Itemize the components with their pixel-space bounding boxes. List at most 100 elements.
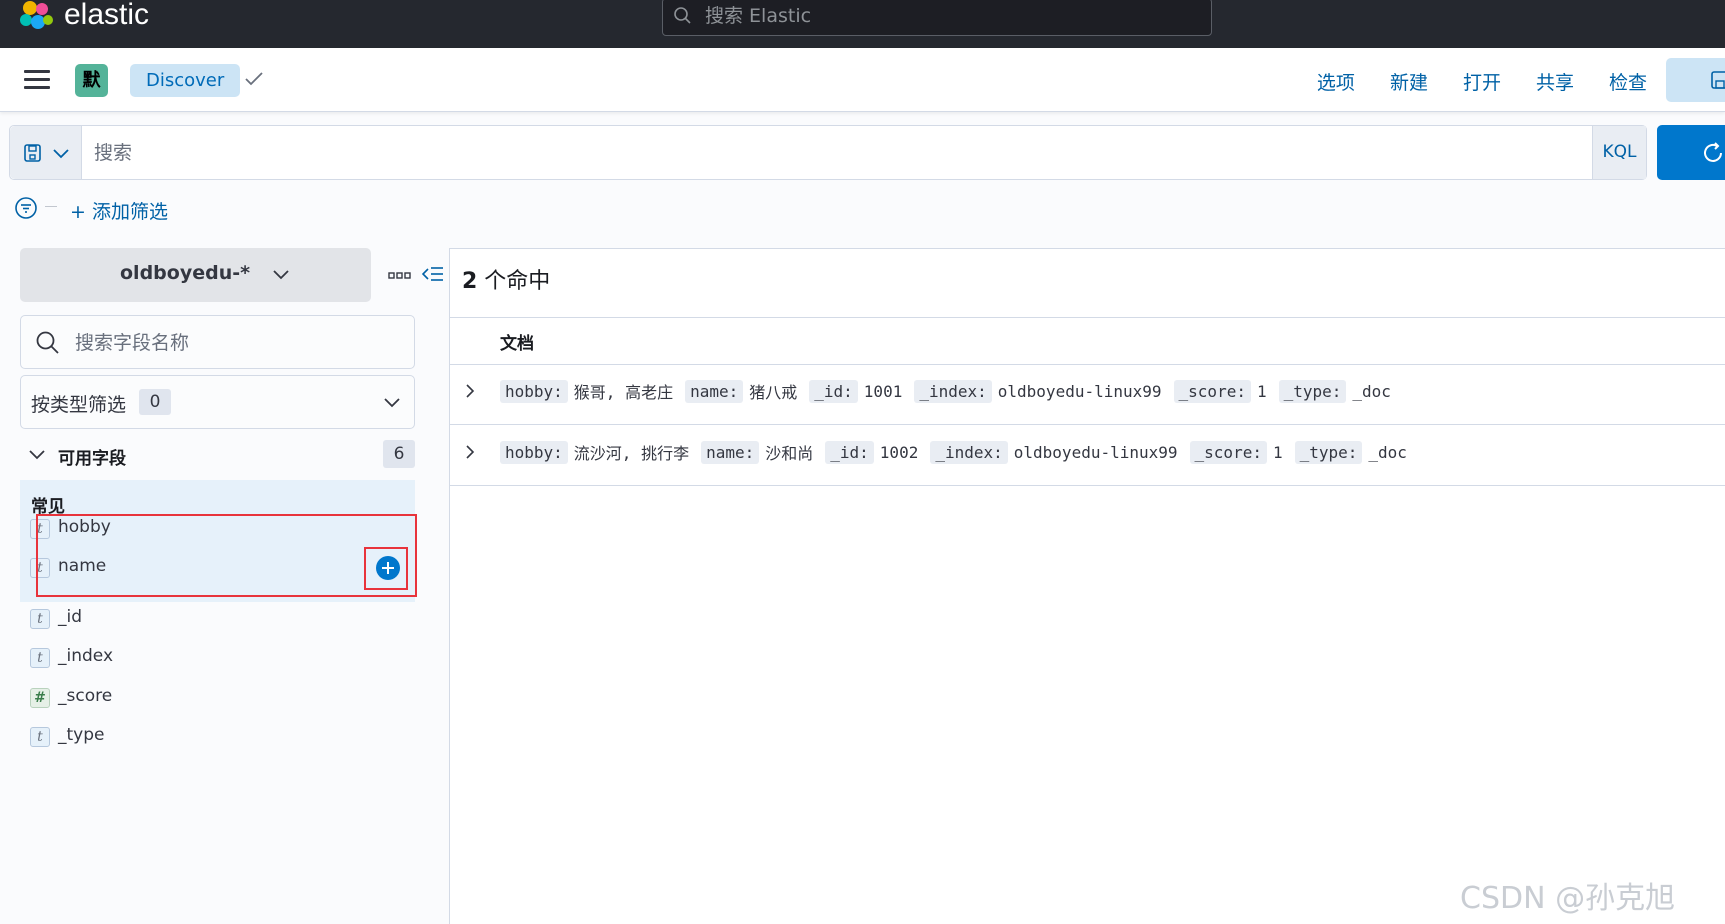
type-filter-label: 按类型筛选 bbox=[31, 394, 127, 416]
save-icon bbox=[1711, 71, 1725, 89]
app-menu: 选项 新建 打开 共享 检查 bbox=[1282, 68, 1647, 95]
field-name: name bbox=[58, 556, 107, 576]
chevron-down-icon bbox=[29, 450, 45, 460]
field-name: _type bbox=[58, 725, 105, 745]
hits-count: 2 bbox=[462, 269, 478, 294]
global-header: elastic bbox=[0, 0, 1725, 48]
hits-count-label: 2 个命中 bbox=[462, 263, 550, 295]
field-item-id[interactable]: t _id bbox=[30, 604, 415, 634]
field-item-index[interactable]: t _index bbox=[30, 643, 415, 673]
field-key: _index: bbox=[914, 379, 992, 403]
kql-toggle-button[interactable]: KQL bbox=[1592, 126, 1646, 179]
app-bar: 默 Discover 选项 新建 打开 共享 检查 bbox=[0, 48, 1725, 112]
available-fields-label: 可用字段 bbox=[58, 449, 126, 469]
check-icon bbox=[245, 72, 263, 86]
index-pattern-label: oldboyedu-* bbox=[120, 262, 251, 284]
search-icon bbox=[674, 7, 691, 24]
field-key: hobby: bbox=[500, 440, 568, 464]
filter-divider bbox=[45, 206, 57, 207]
hits-suffix: 个命中 bbox=[477, 269, 551, 294]
menu-inspect[interactable]: 检查 bbox=[1609, 68, 1647, 95]
field-key: name: bbox=[701, 440, 760, 464]
filter-icon[interactable] bbox=[14, 196, 38, 220]
collapse-sidebar-icon[interactable] bbox=[422, 264, 444, 284]
field-name: _id bbox=[58, 607, 83, 627]
refresh-button[interactable] bbox=[1657, 125, 1725, 180]
field-value: 1 bbox=[1272, 442, 1283, 462]
field-search-input[interactable] bbox=[73, 326, 393, 360]
field-item-type[interactable]: t _type bbox=[30, 722, 415, 752]
field-key: _id: bbox=[825, 440, 874, 464]
field-key: _type: bbox=[1278, 379, 1347, 403]
number-type-icon: # bbox=[30, 688, 50, 708]
add-filter-button[interactable]: + 添加筛选 bbox=[70, 197, 168, 224]
menu-new[interactable]: 新建 bbox=[1390, 68, 1428, 95]
field-value: oldboyedu-linux99 bbox=[1013, 442, 1178, 462]
add-field-button[interactable] bbox=[376, 556, 400, 580]
field-key: hobby: bbox=[500, 379, 568, 403]
type-filter-button[interactable]: 按类型筛选 0 bbox=[20, 375, 415, 429]
field-value: 1 bbox=[1256, 381, 1267, 401]
breadcrumb-discover[interactable]: Discover bbox=[130, 64, 241, 97]
elastic-logo-icon[interactable] bbox=[18, 0, 56, 32]
menu-options[interactable]: 选项 bbox=[1317, 68, 1355, 95]
field-item-name[interactable]: t name bbox=[30, 553, 415, 583]
field-value: 沙和尚 bbox=[765, 444, 814, 463]
document-summary: hobby: 流沙河, 挑行李 name: 沙和尚 _id: 1002 _index:… bbox=[500, 440, 1419, 464]
field-key: name: bbox=[685, 379, 744, 403]
plus-icon bbox=[382, 562, 394, 574]
chevron-down-icon bbox=[273, 270, 289, 280]
field-key: _type: bbox=[1294, 440, 1363, 464]
field-value: 1001 bbox=[863, 381, 903, 401]
query-bar: KQL bbox=[9, 125, 1647, 180]
field-value: 流沙河, 挑行李 bbox=[573, 444, 690, 463]
field-search-box[interactable] bbox=[20, 315, 415, 369]
chevron-right-icon[interactable] bbox=[464, 383, 476, 399]
table-row: hobby: 流沙河, 挑行李 name: 沙和尚 _id: 1002 _index:… bbox=[450, 426, 1725, 486]
table-row: hobby: 猴哥, 高老庄 name: 猪八戒 _id: 1001 _index: o… bbox=[450, 365, 1725, 425]
logo-text: elastic bbox=[64, 0, 150, 31]
field-item-score[interactable]: # _score bbox=[30, 683, 415, 713]
field-value: _doc bbox=[1368, 442, 1407, 462]
field-value: _doc bbox=[1352, 381, 1391, 401]
document-summary: hobby: 猴哥, 高老庄 name: 猪八戒 _id: 1001 _index: o… bbox=[500, 379, 1403, 403]
field-value: 1002 bbox=[879, 442, 919, 462]
field-value: 猪八戒 bbox=[749, 383, 798, 402]
index-pattern-selector[interactable]: oldboyedu-* bbox=[20, 248, 371, 302]
string-type-icon: t bbox=[30, 727, 50, 747]
global-search-input[interactable] bbox=[703, 1, 1193, 31]
string-type-icon: t bbox=[30, 519, 50, 539]
menu-icon[interactable] bbox=[24, 70, 50, 90]
space-avatar[interactable]: 默 bbox=[75, 64, 108, 97]
query-input[interactable] bbox=[92, 136, 1492, 170]
type-filter-count-badge: 0 bbox=[139, 389, 171, 415]
saved-query-button[interactable] bbox=[10, 126, 82, 179]
refresh-icon bbox=[1704, 142, 1722, 162]
search-icon bbox=[36, 331, 59, 354]
string-type-icon: t bbox=[30, 648, 50, 668]
field-item-hobby[interactable]: t hobby bbox=[30, 514, 415, 544]
chevron-down-icon bbox=[384, 398, 400, 408]
save-icon bbox=[24, 144, 41, 162]
menu-open[interactable]: 打开 bbox=[1463, 68, 1501, 95]
field-name: _score bbox=[58, 686, 113, 706]
menu-share[interactable]: 共享 bbox=[1536, 68, 1574, 95]
field-key: _index: bbox=[930, 440, 1008, 464]
field-value: 猴哥, 高老庄 bbox=[573, 383, 674, 402]
divider bbox=[450, 317, 1725, 318]
chevron-right-icon[interactable] bbox=[464, 444, 476, 460]
save-button[interactable] bbox=[1666, 58, 1725, 102]
field-key: _score: bbox=[1189, 440, 1267, 464]
chevron-down-icon bbox=[53, 149, 69, 159]
available-fields-count: 6 bbox=[383, 440, 415, 468]
global-search-box[interactable] bbox=[662, 0, 1212, 36]
available-fields-header[interactable]: 可用字段 6 bbox=[20, 440, 415, 470]
field-name: _index bbox=[58, 646, 114, 666]
more-options-icon[interactable] bbox=[388, 270, 412, 282]
field-key: _score: bbox=[1173, 379, 1251, 403]
document-column-header: 文档 bbox=[500, 334, 534, 354]
string-type-icon: t bbox=[30, 609, 50, 629]
field-name: hobby bbox=[58, 517, 111, 537]
string-type-icon: t bbox=[30, 558, 50, 578]
field-key: _id: bbox=[809, 379, 858, 403]
